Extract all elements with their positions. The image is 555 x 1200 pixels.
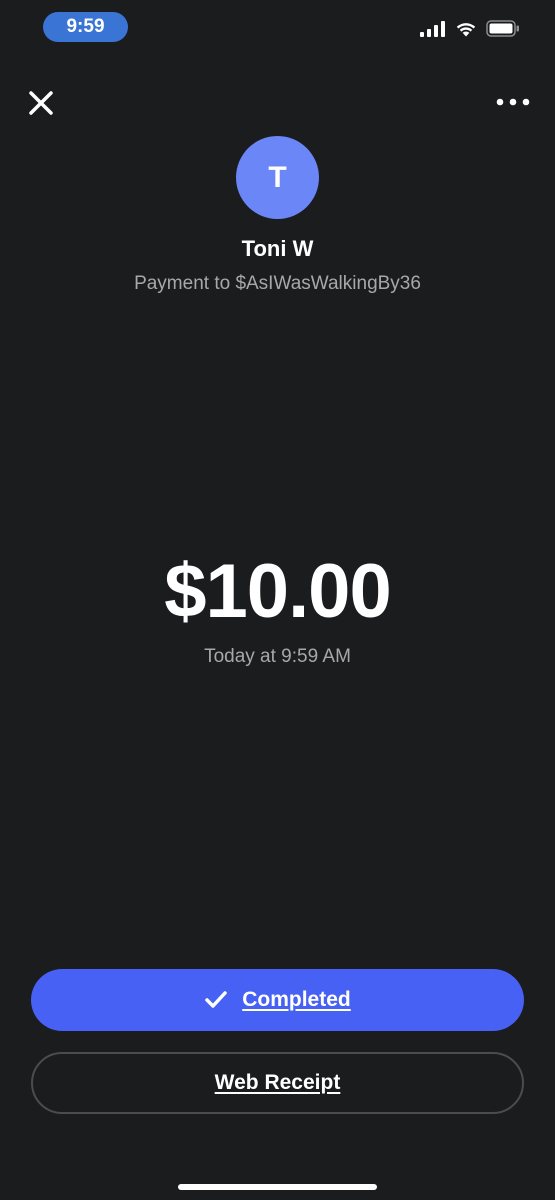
payment-timestamp: Today at 9:59 AM	[204, 646, 351, 667]
battery-icon	[486, 20, 520, 42]
close-icon	[26, 91, 56, 122]
web-receipt-button[interactable]: Web Receipt	[31, 1052, 524, 1114]
payment-amount: $10.00	[164, 549, 391, 634]
home-indicator[interactable]	[178, 1184, 377, 1190]
recipient-name: Toni W	[241, 236, 314, 261]
avatar[interactable]: T	[236, 136, 319, 219]
completed-button[interactable]: Completed	[31, 969, 524, 1031]
payment-recipient-handle: Payment to $AsIWasWalkingBy36	[134, 273, 421, 294]
status-bar: 9:59	[0, 0, 555, 56]
more-options-icon	[495, 98, 531, 116]
checkmark-icon	[204, 990, 228, 1010]
more-options-button[interactable]	[495, 92, 531, 112]
completed-label: Completed	[242, 988, 351, 1011]
wifi-icon	[455, 21, 477, 42]
cellular-signal-icon	[420, 20, 446, 42]
web-receipt-label: Web Receipt	[214, 1071, 341, 1094]
close-button[interactable]	[26, 88, 56, 118]
status-time: 9:59	[43, 12, 128, 42]
status-icons	[420, 20, 520, 42]
